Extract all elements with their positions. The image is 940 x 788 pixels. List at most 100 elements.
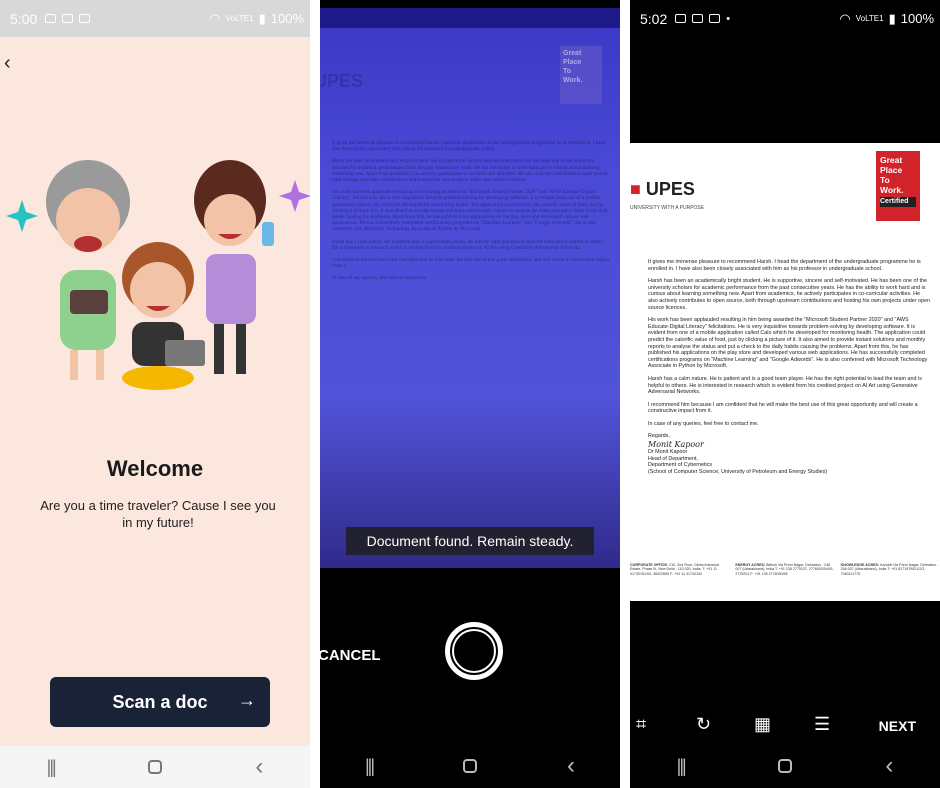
welcome-illustration [6,160,310,390]
recents-icon[interactable]: ||| [677,756,687,777]
letter-body: It gives me immense pleasure to recommen… [648,259,930,475]
crop-icon[interactable]: ⌗ [636,714,646,735]
notification-icons: • [675,13,730,25]
card-icon [709,14,721,23]
filter-grid-icon[interactable]: ▦ [754,714,771,735]
status-bar: 5:00 ◠ VoLTE1 ▮ 100% [0,0,310,37]
letter-paragraph: In case of any queries, feel free to con… [648,420,759,427]
signer-name: Dr Monit Kapoor [648,449,688,456]
home-icon[interactable] [463,759,477,773]
letter-paragraph: His work has been applauded resulting in… [648,317,928,370]
recents-icon[interactable]: ||| [47,757,57,778]
signer-school: (School of Computer Science, University … [648,468,828,475]
laptop-icon [692,14,704,23]
footer-title: ENERGY ACRES: [735,563,766,567]
badge-line3: To [563,68,572,75]
regards: Regards, [648,433,670,440]
badge-line4: Work. [880,185,904,195]
footer-title: KNOWLEDGE ACRES: [840,563,880,567]
adjust-sliders-icon[interactable]: ☰ [814,714,830,735]
signal-icon: ▮ [888,10,896,26]
welcome-tagline: Are you a time traveler? Cause I see you… [40,498,276,530]
badge-line2: Place [880,165,903,175]
scan-doc-button[interactable]: Scan a doc → [50,677,270,727]
shutter-inner [452,629,496,673]
letter-paragraph: In case of any queries, feel free to con… [332,275,428,282]
rotate-icon[interactable]: ↻ [696,714,711,735]
badge-line4: Work. [563,77,583,84]
letter-paragraph: Harsh has been an academically bright st… [332,158,609,184]
sparkle-left-icon [6,200,38,232]
system-nav-bar: ||| ‹ [320,744,620,788]
letter-footer: CORPORATE OFFICE: 210, 2nd Floor, Okhla … [630,563,940,597]
review-screen: 5:02 • ◠ VoLTE1 ▮ 100% ■ UPES UNIVERSITY… [630,0,940,788]
document-found-toast: Document found. Remain steady. [346,527,594,555]
badge-line3: To [880,175,890,185]
notification-icons [45,14,91,23]
footer-corporate: CORPORATE OFFICE: 210, 2nd Floor, Okhla … [630,563,729,597]
letter-paragraph: Harsh has a calm nature. He is patient a… [332,238,605,251]
next-button[interactable]: NEXT [879,718,916,734]
sparkle-right-icon [279,180,310,212]
system-nav-bar: ||| ‹ [630,744,940,788]
detection-edge [320,8,620,28]
footer-knowledge: KNOWLEDGE ACRES: Kandoli Via Prem Nagar,… [841,563,940,597]
letter-paragraph: I recommend him because I am confident t… [332,257,610,270]
cancel-button[interactable]: CANCEL [320,647,381,664]
system-nav-bar: ||| ‹ [0,746,310,788]
wifi-icon: ◠ [839,10,851,26]
laptop-icon [62,14,74,23]
upes-logo: UPES [320,71,364,91]
signer-dept: Department of Cybernetics [648,462,713,469]
status-time: 5:00 [10,10,38,27]
letter-body: It gives me immense pleasure to recommen… [332,140,610,288]
letter-paragraph: I recommend him because I am confident t… [648,401,918,415]
scan-doc-label: Scan a doc [112,691,208,712]
footer-title: CORPORATE OFFICE: [630,563,669,567]
signal-icon: ▮ [258,10,266,26]
badge-line1: Great [563,50,582,57]
badge-line2: Place [563,59,582,66]
welcome-title: Welcome [106,456,204,481]
back-chevron-icon[interactable]: ‹ [4,52,11,75]
gptw-badge: Great Place To Work. [560,46,602,104]
letter-paragraph: Harsh has been an academically bright st… [648,278,930,311]
letter-paragraph: His work has been applauded resulting in… [332,189,610,233]
network-label: VoLTE1 [225,14,254,23]
signer-role: Head of Department, [648,455,699,462]
upes-logo-mark: ■ [630,179,646,199]
back-icon[interactable]: ‹ [885,752,893,780]
home-icon[interactable] [148,760,162,774]
letter-paragraph: Harsh has a calm nature. He is patient a… [648,375,922,396]
footer-energy: ENERGY ACRES: Bidholi Via Prem Nagar, De… [735,563,834,597]
gptw-badge: Great Place To Work. Certified [876,151,920,221]
letter-paragraph: It gives me immense pleasure to recommen… [648,259,921,272]
camera-document-preview: UPES Great Place To Work. It gives me im… [320,40,620,520]
battery-label: 100% [270,11,304,26]
letter-paragraph: It gives me immense pleasure to recommen… [332,140,606,153]
upes-tagline: UNIVERSITY WITH A PURPOSE [630,205,705,211]
upes-logo-text: UPES [645,179,695,199]
back-icon[interactable]: ‹ [255,753,263,781]
network-label: VoLTE1 [855,14,884,23]
badge-line1: Great [880,155,903,165]
screen-icon [45,14,57,23]
status-bar: 5:02 • ◠ VoLTE1 ▮ 100% [630,0,940,37]
upes-logo: ■ UPES [630,179,695,200]
signature: Monit Kapoor [648,440,704,450]
home-icon[interactable] [778,759,792,773]
welcome-screen: 5:00 ◠ VoLTE1 ▮ 100% ‹ Welcome Are you a… [0,0,310,788]
back-icon[interactable]: ‹ [567,752,575,780]
status-time: 5:02 [640,10,668,27]
status-right: ◠ VoLTE1 ▮ 100% [209,0,304,37]
badge-certified: Certified [880,197,916,207]
wifi-icon: ◠ [209,10,221,26]
camera-screen: UPES Great Place To Work. It gives me im… [320,0,620,788]
scanned-document: ■ UPES UNIVERSITY WITH A PURPOSE Great P… [630,143,940,601]
battery-label: 100% [900,11,934,26]
card-icon [79,14,91,23]
status-right: ◠ VoLTE1 ▮ 100% [839,0,934,37]
image-icon [675,14,687,23]
dot-icon: • [726,12,731,25]
recents-icon[interactable]: ||| [365,756,375,777]
